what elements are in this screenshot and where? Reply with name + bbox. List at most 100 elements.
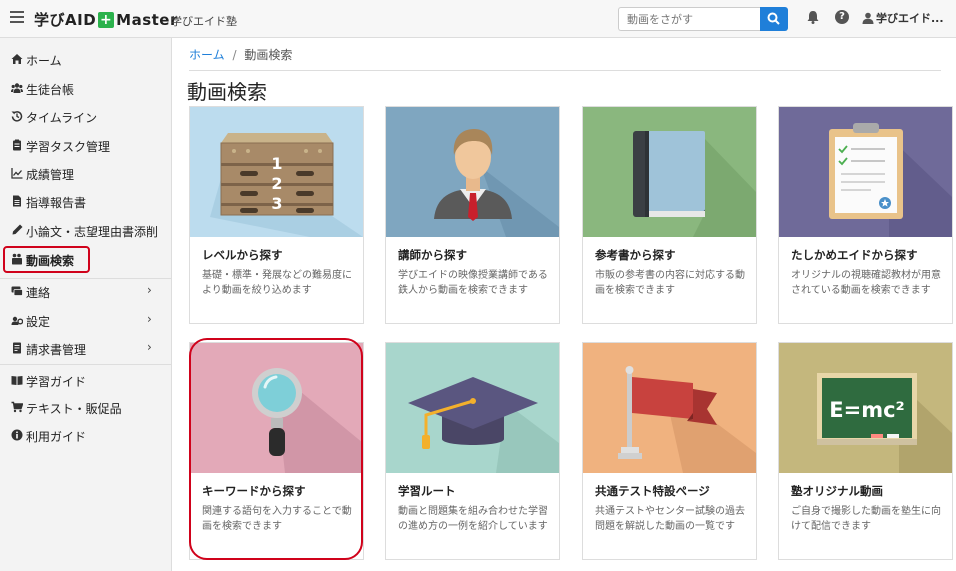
card-title: 共通テスト特設ページ <box>595 484 710 498</box>
card-description: 共通テストやセンター試験の過去問題を解説した動画の一覧です <box>595 506 745 532</box>
sidebar-item-texts[interactable]: テキスト・販促品 <box>0 396 171 420</box>
home-icon <box>11 54 23 64</box>
message-icon <box>11 286 23 296</box>
chevron-right-icon: › <box>147 312 152 326</box>
invoice-icon <box>13 342 21 354</box>
card-title: たしかめエイドから探す <box>791 248 918 262</box>
top-bar: 学びAID+Master 学びエイド塾 ? 学びエイド... <box>0 0 956 38</box>
sidebar-item-grades[interactable]: 成績管理 <box>0 162 171 186</box>
checklist-icon <box>779 107 952 237</box>
card-learning-route[interactable]: 学習ルート 動画と問題集を組み合わせた学習の進め方の一例を紹介しています <box>385 342 560 560</box>
teacher-icon <box>386 107 559 237</box>
card-title: 学習ルート <box>398 484 456 498</box>
card-description: 学びエイドの映像授業講師である鉄人から動画を検索できます <box>398 270 548 296</box>
sidebar-item-usage-guide[interactable]: 利用ガイド <box>0 424 171 448</box>
card-thumbnail: E=mc² <box>779 343 952 473</box>
card-check-aid-search[interactable]: たしかめエイドから探す オリジナルの視聴確認教材が用意されている動画を検索できま… <box>778 106 953 324</box>
search-button[interactable] <box>760 7 788 31</box>
user-menu[interactable]: 学びエイド... <box>862 10 944 26</box>
card-description: オリジナルの視聴確認教材が用意されている動画を検索できます <box>791 270 941 296</box>
blackboard-icon: E=mc² <box>779 343 952 473</box>
settings-icon <box>11 316 23 325</box>
search-icon <box>767 12 780 25</box>
chevron-right-icon: › <box>147 340 152 354</box>
card-teacher-search[interactable]: 講師から探す 学びエイドの映像授業講師である鉄人から動画を検索できます <box>385 106 560 324</box>
breadcrumb: ホーム / 動画検索 <box>189 46 292 63</box>
history-icon <box>11 111 23 122</box>
sidebar-item-reports[interactable]: 指導報告書 <box>0 190 171 214</box>
card-description: 基礎・標準・発展などの難易度により動画を絞り込めます <box>202 270 352 296</box>
breadcrumb-separator: / <box>232 48 237 62</box>
sidebar-item-label: タイムライン <box>26 111 98 125</box>
sidebar-item-label: 設定 <box>26 315 51 329</box>
clipboard-icon <box>13 139 21 151</box>
sidebar-item-label: 学習ガイド <box>26 375 87 389</box>
sidebar-item-label: 成績管理 <box>26 168 75 182</box>
breadcrumb-home-link[interactable]: ホーム <box>189 48 225 62</box>
card-book-search[interactable]: 参考書から探す 市販の参考書の内容に対応する動画を検索できます <box>582 106 757 324</box>
card-common-test[interactable]: 共通テスト特設ページ 共通テストやセンター試験の過去問題を解説した動画の一覧です <box>582 342 757 560</box>
sidebar-item-learning-guide[interactable]: 学習ガイド <box>0 369 171 393</box>
sidebar-item-label: 連絡 <box>26 286 51 300</box>
active-item-highlight <box>3 246 90 273</box>
sidebar-item-label: 学習タスク管理 <box>26 140 111 154</box>
search-input[interactable] <box>618 7 760 31</box>
sidebar-item-students[interactable]: 生徒台帳 <box>0 77 171 101</box>
card-title: レベルから探す <box>202 248 283 262</box>
sidebar-item-home[interactable]: ホーム <box>0 48 171 72</box>
info-icon <box>11 429 23 441</box>
menu-icon[interactable] <box>8 8 28 28</box>
formula-text: E=mc² <box>829 398 904 422</box>
logo-master-text: Master <box>116 11 178 29</box>
card-level-search[interactable]: 1 2 3 レベルから探す 基礎・標準・発展などの難易度により動画を絞り込めます <box>189 106 364 324</box>
users-icon <box>11 83 23 93</box>
logo-text: 学びAID <box>34 11 97 29</box>
chart-icon <box>11 168 23 179</box>
graduation-cap-icon <box>386 343 559 473</box>
card-original-videos[interactable]: E=mc² 塾オリジナル動画 ご自身で撮影した動画を塾生に向けて配信できます <box>778 342 953 560</box>
card-thumbnail <box>583 343 756 473</box>
card-thumbnail: 1 2 3 <box>190 107 363 237</box>
book-icon <box>11 376 23 385</box>
logo-plus-icon: + <box>98 12 115 28</box>
help-icon[interactable]: ? <box>835 10 849 24</box>
card-title: 塾オリジナル動画 <box>791 484 883 498</box>
sidebar-item-settings[interactable]: 設定 › <box>0 309 171 333</box>
card-thumbnail <box>779 107 952 237</box>
chevron-right-icon: › <box>147 283 152 297</box>
sidebar-item-label: ホーム <box>26 54 62 68</box>
sidebar-item-tasks[interactable]: 学習タスク管理 <box>0 134 171 158</box>
sidebar: ホーム 生徒台帳 タイムライン 学習タスク管理 成績管理 指導報告書 小論文・志… <box>0 38 172 571</box>
sidebar-item-label: 小論文・志望理由書添削 <box>26 225 159 239</box>
flag-icon <box>583 343 756 473</box>
sidebar-item-timeline[interactable]: タイムライン <box>0 105 171 129</box>
sidebar-item-essay[interactable]: 小論文・志望理由書添削 <box>0 219 171 243</box>
sidebar-item-label: テキスト・販促品 <box>26 402 122 416</box>
card-title: 講師から探す <box>398 248 467 262</box>
logo[interactable]: 学びAID + Master <box>34 9 178 30</box>
card-description: ご自身で撮影した動画を塾生に向けて配信できます <box>791 506 941 532</box>
pen-icon <box>12 224 23 235</box>
step-number-2: 2 <box>271 174 282 193</box>
sidebar-item-label: 指導報告書 <box>26 196 87 210</box>
card-thumbnail <box>386 107 559 237</box>
bell-icon[interactable] <box>806 10 820 24</box>
breadcrumb-divider <box>189 70 941 71</box>
file-icon <box>13 195 21 207</box>
sidebar-item-label: 請求書管理 <box>26 343 87 357</box>
cart-icon <box>11 401 23 413</box>
user-name: 学びエイド... <box>876 12 944 25</box>
sidebar-divider <box>0 278 171 279</box>
card-description: 動画と問題集を組み合わせた学習の進め方の一例を紹介しています <box>398 506 548 532</box>
card-description: 市販の参考書の内容に対応する動画を検索できます <box>595 270 745 296</box>
sidebar-item-label: 利用ガイド <box>26 430 87 444</box>
sidebar-item-contact[interactable]: 連絡 › <box>0 280 171 304</box>
school-name: 学びエイド塾 <box>171 15 237 28</box>
sidebar-item-label: 生徒台帳 <box>26 83 75 97</box>
step-number-3: 3 <box>271 194 282 213</box>
page-title: 動画検索 <box>187 80 267 104</box>
card-title: 参考書から探す <box>595 248 676 262</box>
user-icon <box>862 12 874 24</box>
sidebar-divider <box>0 364 171 365</box>
sidebar-item-invoices[interactable]: 請求書管理 › <box>0 337 171 361</box>
